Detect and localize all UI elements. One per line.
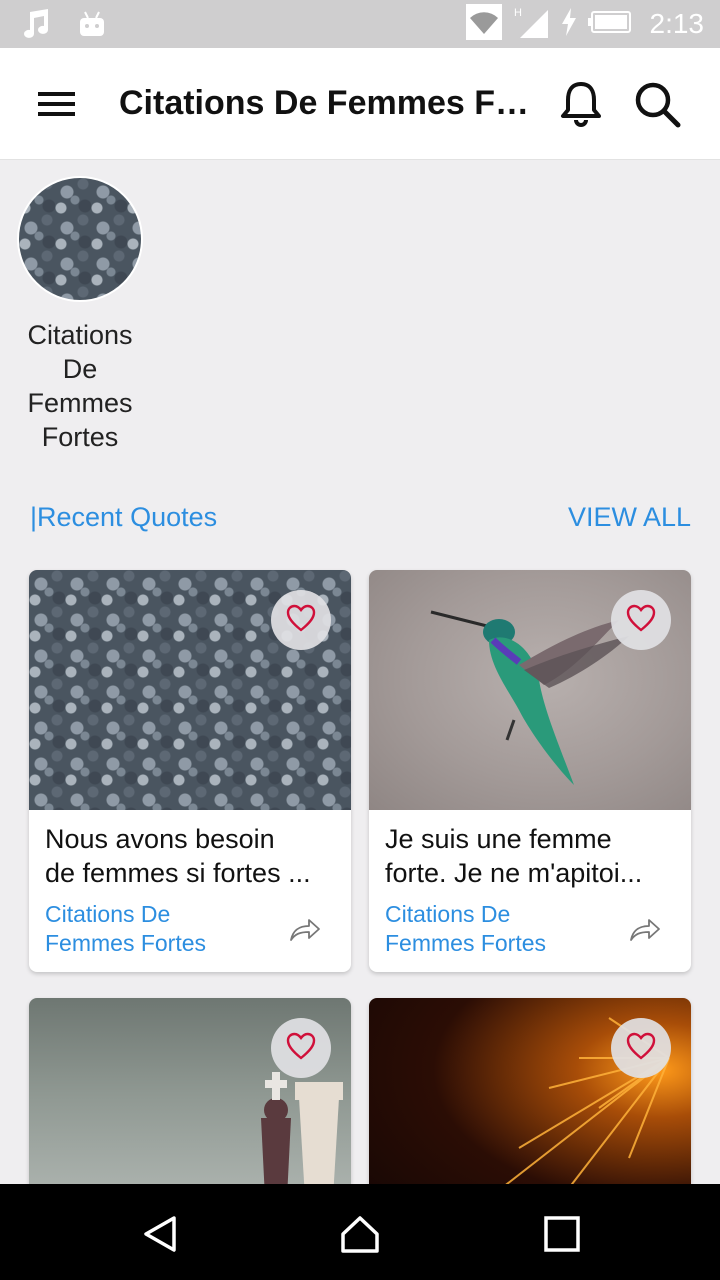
quote-text: Nous avons besoin de femmes si fortes ..…: [45, 824, 311, 888]
system-nav-bar: [0, 1184, 720, 1280]
category-label: Citations De Femmes Fortes: [27, 320, 133, 452]
share-button[interactable]: [627, 912, 663, 948]
heart-icon: [626, 604, 656, 637]
quote-card[interactable]: Je suis une femme forte. Je ne m'apitoi.…: [369, 570, 691, 972]
menu-button[interactable]: [26, 80, 86, 128]
category-item[interactable]: Citations De Femmes Fortes: [14, 176, 146, 454]
share-button[interactable]: [287, 912, 323, 948]
favorite-button[interactable]: [271, 1018, 331, 1078]
favorite-button[interactable]: [611, 590, 671, 650]
section-title: |Recent Quotes: [30, 502, 218, 532]
back-button[interactable]: [140, 1214, 180, 1254]
music-note-icon: [22, 8, 50, 45]
quote-card[interactable]: Nous avons besoin de femmes si fortes ..…: [29, 570, 351, 972]
heart-icon: [286, 1032, 316, 1065]
app-bar: Citations De Femmes Fortes: [0, 48, 720, 160]
back-triangle-icon: [140, 1216, 180, 1258]
notification-bell-icon: [556, 82, 606, 134]
favorite-button[interactable]: [611, 1018, 671, 1078]
notifications-button[interactable]: [556, 78, 606, 130]
category-avatar: [17, 176, 143, 302]
share-arrow-icon: [627, 919, 663, 952]
quote-text: Je suis une femme forte. Je ne m'apitoi.…: [385, 824, 643, 888]
page-title: Citations De Femmes Fortes: [119, 84, 543, 122]
quote-image: [29, 570, 351, 810]
quote-category[interactable]: Citations De Femmes Fortes: [385, 900, 585, 958]
quote-category[interactable]: Citations De Femmes Fortes: [45, 900, 245, 958]
search-button[interactable]: [630, 78, 686, 130]
signal-h-icon: H: [512, 4, 550, 45]
recents-button[interactable]: [542, 1214, 582, 1254]
favorite-button[interactable]: [271, 590, 331, 650]
svg-text:H: H: [514, 7, 522, 19]
home-icon: [340, 1216, 380, 1258]
heart-icon: [626, 1032, 656, 1065]
battery-icon: [587, 10, 632, 38]
quote-image: [369, 570, 691, 810]
status-clock: 2:13: [649, 8, 705, 39]
status-bar: H 2:13: [0, 0, 720, 48]
charging-icon: [560, 7, 578, 41]
home-button[interactable]: [340, 1214, 380, 1254]
share-arrow-icon: [287, 919, 323, 952]
search-icon: [630, 82, 686, 134]
hamburger-menu-icon: [26, 92, 86, 132]
wifi-icon: [465, 3, 502, 45]
view-all-link[interactable]: VIEW ALL: [568, 502, 691, 533]
android-icon: [78, 8, 106, 45]
recents-square-icon: [542, 1216, 582, 1258]
heart-icon: [286, 604, 316, 637]
